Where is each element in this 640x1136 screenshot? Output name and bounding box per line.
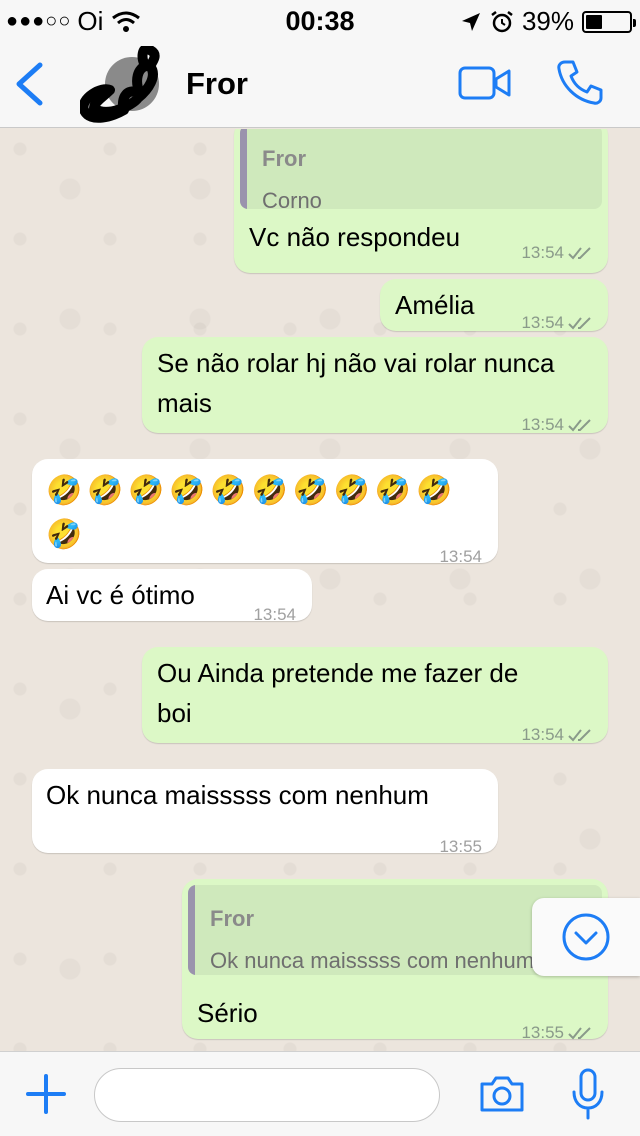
message-text: Sério: [197, 998, 258, 1028]
camera-icon[interactable]: [478, 1074, 526, 1114]
voice-call-icon[interactable]: [556, 58, 604, 106]
message-input[interactable]: [94, 1068, 440, 1122]
quote-author: Fror: [262, 146, 306, 171]
message-time: 13:54: [253, 605, 296, 624]
message-time: 13:55: [521, 1023, 564, 1042]
status-right: 39%: [460, 6, 636, 37]
message-incoming[interactable]: 🤣🤣🤣🤣🤣🤣🤣🤣🤣🤣 🤣 13:54: [32, 459, 498, 566]
quote-author: Fror: [210, 906, 254, 931]
message-meta: 13:54: [521, 405, 592, 445]
read-ticks-icon: [568, 419, 591, 432]
message-text: Ok nunca maisssss com nenhum: [46, 780, 429, 810]
message-incoming[interactable]: Ai vc é ótimo 13:54: [32, 569, 312, 624]
message-time: 13:54: [521, 725, 564, 744]
read-ticks-icon: [568, 729, 591, 742]
quote-bar: [240, 129, 247, 209]
message-text-line-2: mais: [157, 388, 212, 418]
quote-text: Corno: [262, 188, 322, 209]
message-meta: 13:55: [521, 1013, 592, 1051]
read-ticks-icon: [568, 317, 591, 330]
chevron-down-icon: [562, 913, 610, 961]
message-outgoing[interactable]: Ou Ainda pretende me fazer de boi 13:54: [142, 647, 608, 744]
chat-header: Fror: [0, 40, 640, 128]
back-chevron-icon[interactable]: [12, 62, 46, 106]
video-call-icon[interactable]: [458, 64, 512, 102]
message-meta: 13:54: [521, 233, 592, 273]
battery-percent: 39%: [521, 6, 574, 36]
alarm-clock-icon: [491, 10, 513, 32]
message-time: 13:55: [439, 837, 482, 856]
status-bar: ●●●○○ Oi 00:38 39%: [0, 0, 640, 40]
message-time: 13:54: [439, 547, 482, 566]
message-text: Ai vc é ótimo: [46, 580, 195, 610]
read-ticks-icon: [568, 247, 591, 260]
message-meta: 13:54: [253, 595, 296, 635]
plus-icon[interactable]: [26, 1074, 66, 1114]
message-text-line-2: 🤣: [46, 519, 83, 551]
read-ticks-icon: [568, 1027, 591, 1040]
message-outgoing[interactable]: Fror Corno Vc não respondeu 13:54: [234, 129, 608, 273]
message-text-line-1: Se não rolar hj não vai rolar nunca: [157, 348, 555, 378]
scroll-to-bottom-button[interactable]: [532, 898, 640, 976]
microphone-icon[interactable]: [570, 1068, 606, 1120]
message-outgoing[interactable]: Amélia 13:54: [380, 279, 608, 332]
message-meta: 13:55: [439, 827, 482, 867]
quoted-message[interactable]: Fror Corno: [240, 129, 602, 209]
battery-icon: [582, 10, 636, 33]
message-text: Amélia: [395, 290, 475, 320]
message-time: 13:54: [521, 415, 564, 434]
message-text-line-1: 🤣🤣🤣🤣🤣🤣🤣🤣🤣🤣: [46, 475, 458, 507]
quote-text: Ok nunca maisssss com nenhum: [210, 948, 535, 973]
avatar[interactable]: [80, 46, 164, 124]
message-meta: 13:54: [439, 537, 482, 577]
message-outgoing[interactable]: Se não rolar hj não vai rolar nunca mais…: [142, 337, 608, 434]
contact-name[interactable]: Fror: [186, 66, 248, 102]
message-text-line-1: Ou Ainda pretende me fazer de: [157, 658, 519, 688]
message-text: Vc não respondeu: [249, 222, 461, 252]
message-incoming[interactable]: Ok nunca maisssss com nenhum 13:55: [32, 769, 498, 856]
location-arrow-icon: [461, 12, 480, 31]
battery-fill: [586, 14, 603, 29]
message-meta: 13:54: [521, 715, 592, 755]
message-text-line-2: boi: [157, 698, 192, 728]
chat-area[interactable]: Fror Corno Vc não respondeu 13:54 Amélia…: [0, 129, 640, 1051]
quote-bar: [188, 885, 195, 975]
message-time: 13:54: [521, 243, 564, 262]
composer-bar: [0, 1051, 640, 1136]
